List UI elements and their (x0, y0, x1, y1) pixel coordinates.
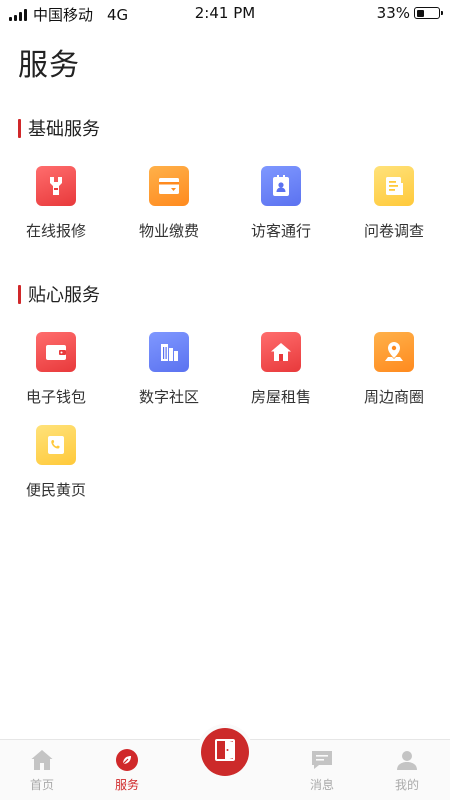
tab-label: 服务 (114, 778, 139, 792)
buildings-icon (149, 332, 189, 372)
tab-home[interactable]: 首页 (12, 748, 72, 793)
section-title-text: 基础服务 (28, 119, 100, 140)
service-label: 数字社区 (138, 388, 199, 406)
network-label: 4G (107, 5, 129, 24)
section-accent-bar (18, 284, 21, 304)
status-right: 33% (376, 4, 443, 22)
signal-icon (9, 8, 27, 21)
service-label: 周边商圈 (363, 388, 424, 406)
service-digital-community[interactable]: 数字社区 (119, 332, 219, 407)
tab-messages[interactable]: 消息 (292, 748, 352, 793)
service-e-wallet[interactable]: 电子钱包 (6, 332, 106, 407)
door-button[interactable] (201, 728, 249, 776)
house-icon (261, 332, 301, 372)
status-left: 中国移动 4G (9, 4, 128, 25)
status-bar: 中国移动 4G 2:41 PM 33% (0, 0, 450, 26)
service-label: 便民黄页 (25, 481, 86, 499)
service-online-repair[interactable]: 在线报修 (6, 166, 106, 241)
tab-bar: 首页 服务 消息 我的 (0, 728, 450, 800)
survey-icon (374, 166, 414, 206)
service-label: 访客通行 (250, 222, 311, 240)
section-title: 基础服务 (18, 115, 100, 141)
service-survey[interactable]: 问卷调查 (344, 166, 444, 241)
carrier-label: 中国移动 (33, 6, 94, 24)
service-house-rental[interactable]: 房屋租售 (231, 332, 331, 407)
map-pin-icon (374, 332, 414, 372)
visitor-icon (261, 166, 301, 206)
leaf-icon (115, 748, 139, 772)
service-label: 电子钱包 (25, 388, 86, 406)
service-yellow-pages[interactable]: 便民黄页 (6, 425, 106, 500)
tab-label: 我的 (394, 778, 419, 792)
tab-label: 消息 (309, 778, 334, 792)
door-icon (212, 737, 238, 767)
service-nearby-shops[interactable]: 周边商圈 (344, 332, 444, 407)
tab-profile[interactable]: 我的 (377, 748, 437, 793)
service-visitor-access[interactable]: 访客通行 (231, 166, 331, 241)
wallet-icon (36, 332, 76, 372)
section-title-text: 贴心服务 (28, 285, 100, 306)
service-label: 问卷调查 (363, 222, 424, 240)
service-label: 房屋租售 (250, 388, 311, 406)
section-accent-bar (18, 118, 21, 138)
card-icon (149, 166, 189, 206)
wrench-icon (36, 166, 76, 206)
service-label: 在线报修 (25, 222, 86, 240)
home-icon (30, 748, 54, 772)
section-title: 贴心服务 (18, 281, 100, 307)
page-title: 服务 (18, 48, 80, 83)
service-property-payment[interactable]: 物业缴费 (119, 166, 219, 241)
service-label: 物业缴费 (138, 222, 199, 240)
tab-label: 首页 (29, 778, 54, 792)
user-icon (395, 748, 419, 772)
tab-services[interactable]: 服务 (97, 748, 157, 793)
phone-book-icon (36, 425, 76, 465)
battery-icon (414, 7, 443, 19)
battery-percent: 33% (376, 4, 410, 22)
message-icon (310, 748, 334, 772)
